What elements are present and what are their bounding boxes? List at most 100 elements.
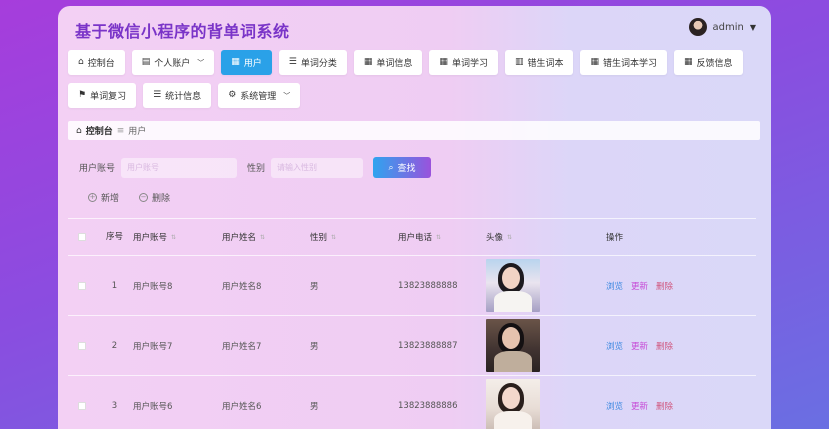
home-icon: ⌂ [76,125,82,136]
table-row: 3 用户账号6 用户姓名6 男 13823888886 浏览 更新 删除 [68,376,756,429]
nav-system-management[interactable]: ⚙ 系统管理 ﹀ [218,83,301,108]
header-account[interactable]: 用户账号 ⇅ [133,231,222,243]
header-label: 性别 [310,233,328,243]
view-link[interactable]: 浏览 [606,280,623,292]
nav-feedback[interactable]: ▦ 反馈信息 [674,50,743,75]
nav-label: 个人账户 [154,59,191,69]
home-icon: ⌂ [78,57,84,67]
row-index: 1 [111,280,118,291]
view-link[interactable]: 浏览 [606,400,623,412]
delete-link[interactable]: 删除 [656,340,673,352]
row-gender: 男 [310,401,319,412]
row-account: 用户账号8 [133,281,173,292]
header-label: 用户账号 [133,233,168,243]
delete-link[interactable]: 删除 [656,280,673,292]
account-label: 用户账号 [79,164,116,174]
row-checkbox[interactable] [78,401,86,410]
row-gender: 男 [310,281,319,292]
nav-word-info[interactable]: ▦ 单词信息 [353,50,423,75]
card-icon: ▤ [141,57,151,67]
row-name: 用户姓名7 [222,341,262,352]
breadcrumb: ⌂ 控制台 ≡ 用户 [68,121,760,140]
nav-mistake-book-study[interactable]: ▦ 错生词本学习 [580,50,668,75]
search-button[interactable]: ⌕ 查找 [373,157,432,178]
nav-label: 单词复习 [90,92,127,102]
grid-icon: ▦ [231,57,240,67]
photo-face [502,387,520,409]
nav-users[interactable]: ▦ 用户 [221,50,272,75]
row-operations: 浏览 更新 删除 [595,280,715,292]
settings-icon: ⚙ [228,90,237,100]
table-row: 1 用户账号8 用户姓名8 男 13823888888 浏览 更新 删除 [68,256,756,316]
plus-circle-icon: + [88,193,97,202]
chart-bar-icon: ▥ [514,57,524,67]
chevron-down-icon: ﹀ [197,58,205,67]
nav-word-study[interactable]: ▦ 单词学习 [429,50,498,75]
search-button-label: 查找 [397,164,416,174]
caret-down-icon: ▼ [749,22,756,32]
account-search-input[interactable] [121,157,238,178]
row-index: 2 [111,340,118,351]
list-icon: ☰ [288,57,297,67]
header-index: 序号 [105,231,123,242]
row-gender: 男 [310,341,319,352]
table-row: 2 用户账号7 用户姓名7 男 13823888887 浏览 更新 删除 [68,316,756,376]
row-account: 用户账号6 [133,401,173,412]
photo-face [502,267,520,289]
nav-label: 单词信息 [376,59,413,69]
username: admin [712,21,744,33]
breadcrumb-home[interactable]: 控制台 [86,124,113,137]
add-button[interactable]: + 新增 [88,191,119,204]
nav-label: 统计信息 [165,92,202,102]
add-label: 新增 [101,194,120,204]
row-select-cell [68,401,96,410]
app-title: 基于微信小程序的背单词系统 [75,22,290,41]
select-all-checkbox[interactable] [78,233,86,241]
sort-icon: ⇅ [260,233,266,241]
edit-link[interactable]: 更新 [631,340,648,352]
user-avatar-photo[interactable] [486,379,540,429]
user-avatar-photo[interactable] [486,319,540,372]
photo-body [494,411,532,429]
header-label: 用户姓名 [222,233,257,243]
row-operations: 浏览 更新 删除 [595,340,715,352]
header-label: 头像 [486,233,504,243]
header-operations: 操作 [606,233,624,243]
nav-label: 单词学习 [451,59,488,69]
view-link[interactable]: 浏览 [606,340,623,352]
nav-label: 系统管理 [240,92,277,102]
gender-label: 性别 [247,164,266,174]
row-checkbox[interactable] [78,281,86,290]
breadcrumb-separator: ≡ [116,125,125,136]
nav-statistics[interactable]: ☰ 统计信息 [143,83,212,108]
nav-mistake-book[interactable]: ▥ 错生词本 [504,50,574,75]
nav-dashboard[interactable]: ⌂ 控制台 [68,50,125,75]
delete-button[interactable]: − 删除 [139,191,170,204]
header-phone[interactable]: 用户电话 ⇅ [398,231,486,243]
nav-personal-account[interactable]: ▤ 个人账户 ﹀ [131,50,215,75]
grid-icon: ▦ [363,57,373,67]
delete-link[interactable]: 删除 [656,400,673,412]
nav-label: 单词分类 [300,59,337,69]
row-name: 用户姓名6 [222,401,262,412]
header-gender[interactable]: 性别 ⇅ [310,231,398,243]
row-phone: 13823888888 [398,280,458,291]
nav-word-review[interactable]: ⚑ 单词复习 [68,83,137,108]
edit-link[interactable]: 更新 [631,400,648,412]
header-name[interactable]: 用户姓名 ⇅ [222,231,310,243]
select-all-cell [68,233,96,241]
gender-search-input[interactable] [271,157,364,178]
row-checkbox[interactable] [78,341,86,350]
nav-word-category[interactable]: ☰ 单词分类 [278,50,347,75]
user-menu[interactable]: admin ▼ [688,18,756,36]
row-index: 3 [111,400,118,411]
sort-icon: ⇅ [171,233,177,241]
user-avatar-photo[interactable] [486,259,540,312]
header-avatar[interactable]: 头像 ⇅ [486,231,595,243]
breadcrumb-current: 用户 [128,127,147,137]
grid-icon: ▦ [590,57,599,67]
sort-icon: ⇅ [436,233,442,241]
nav-label: 错生词本学习 [603,59,658,69]
edit-link[interactable]: 更新 [631,280,648,292]
photo-face [502,327,520,349]
